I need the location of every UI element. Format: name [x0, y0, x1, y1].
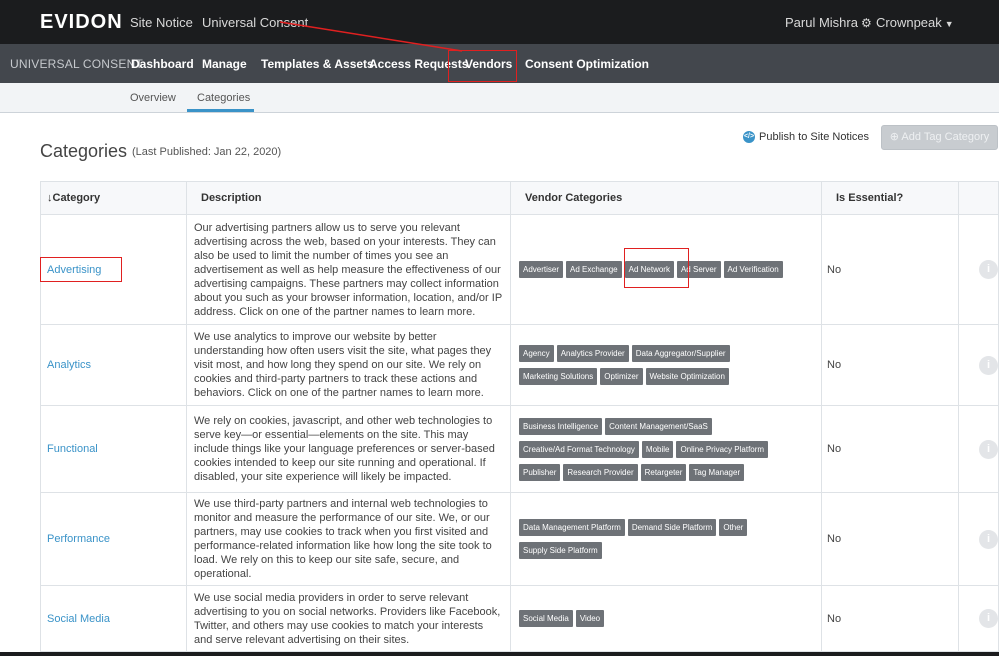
- is-essential-value: No: [821, 214, 959, 325]
- info-cell: i: [958, 585, 999, 652]
- column-header-vendor-categories: Vendor Categories: [510, 181, 822, 215]
- category-link[interactable]: Social Media: [40, 585, 187, 652]
- info-cell: i: [958, 324, 999, 406]
- vendor-tag[interactable]: Marketing Solutions: [519, 368, 598, 385]
- info-icon[interactable]: i: [979, 439, 998, 459]
- info-cell: i: [958, 492, 999, 586]
- category-description: We use third-party partners and internal…: [186, 492, 511, 586]
- evidon-logo[interactable]: EVIDON: [40, 11, 123, 34]
- table-row: Functional We rely on cookies, javascript…: [40, 405, 999, 493]
- publish-label: Publish to Site Notices: [759, 131, 870, 143]
- vendor-tag[interactable]: Retargeter: [640, 463, 687, 481]
- nav-templates-assets[interactable]: Templates & Assets: [261, 57, 374, 71]
- column-header-description: Description: [186, 181, 511, 215]
- plus-circle-icon: ⊕: [889, 131, 899, 143]
- add-label: Add Tag Category: [901, 131, 990, 143]
- vendor-categories-cell: Advertiser Ad Exchange Ad Network Ad Server…: [510, 214, 822, 325]
- sub-tabs: Overview Categories: [0, 83, 999, 113]
- gear-icon: ⚙: [860, 16, 872, 30]
- table-row: Social Media We use social media provider…: [40, 585, 999, 652]
- vendor-tag[interactable]: Supply Side Platform: [519, 542, 602, 559]
- page-title: Categories: [40, 141, 128, 161]
- vendor-tag[interactable]: Ad Exchange: [566, 261, 622, 278]
- bottom-edge: [0, 652, 999, 656]
- nav-dashboard[interactable]: Dashboard: [131, 57, 194, 71]
- vendor-categories-cell: Business Intelligence Content Management/…: [510, 405, 822, 493]
- code-icon: </>: [743, 131, 755, 143]
- info-cell: i: [958, 405, 999, 493]
- vendor-tag[interactable]: Advertiser: [519, 261, 564, 278]
- is-essential-value: No: [821, 405, 959, 493]
- active-tab-indicator: [187, 109, 254, 112]
- info-icon[interactable]: i: [979, 355, 998, 375]
- vendor-categories-cell: Agency Analytics Provider Data Aggregator/…: [510, 324, 822, 406]
- vendor-tag[interactable]: Optimizer: [600, 368, 643, 385]
- vendor-tag[interactable]: Research Provider: [563, 463, 638, 481]
- vendor-tag[interactable]: Content Management/SaaS: [605, 417, 712, 435]
- nav-access-requests[interactable]: Access Requests: [369, 57, 468, 71]
- vendor-categories-cell: Data Management Platform Demand Side Plat…: [510, 492, 822, 586]
- column-header-actions: [958, 181, 999, 215]
- column-header-is-essential: Is Essential?: [821, 181, 959, 215]
- publish-to-site-notices-link[interactable]: </> Publish to Site Notices: [743, 131, 869, 143]
- vendor-tag[interactable]: Ad Network: [624, 261, 674, 278]
- user-menu[interactable]: Parul Mishra ⚙: [785, 15, 872, 30]
- vendor-tag[interactable]: Data Management Platform: [519, 519, 625, 536]
- table-row: Advertising Our advertising partners allo…: [40, 214, 999, 325]
- category-description: Our advertising partners allow us to ser…: [186, 214, 511, 325]
- vendor-categories-cell: Social Media Video: [510, 585, 822, 652]
- last-published: (Last Published: Jan 22, 2020): [132, 146, 282, 158]
- category-description: We rely on cookies, javascript, and othe…: [186, 405, 511, 493]
- nav-brand: UNIVERSAL CONSENT: [10, 57, 143, 71]
- vendor-tag[interactable]: Website Optimization: [645, 368, 729, 385]
- vendor-tag[interactable]: Publisher: [519, 463, 561, 481]
- vendor-tag[interactable]: Analytics Provider: [556, 345, 629, 362]
- is-essential-value: No: [821, 324, 959, 406]
- vendor-tag[interactable]: Online Privacy Platform: [676, 440, 769, 458]
- info-icon[interactable]: i: [979, 529, 998, 549]
- category-description: We use analytics to improve our website …: [186, 324, 511, 406]
- vendor-tag[interactable]: Creative/Ad Format Technology: [519, 440, 639, 458]
- add-tag-category-button[interactable]: ⊕ Add Tag Category: [881, 125, 998, 150]
- vendor-tag[interactable]: Mobile: [641, 440, 674, 458]
- vendor-tag[interactable]: Video: [575, 610, 605, 627]
- vendor-tag[interactable]: Tag Manager: [689, 463, 745, 481]
- vendor-tag[interactable]: Ad Verification: [723, 261, 783, 278]
- vendor-tag[interactable]: Agency: [519, 345, 554, 362]
- category-link[interactable]: Advertising: [40, 214, 187, 325]
- category-link[interactable]: Functional: [40, 405, 187, 493]
- org-name: Crownpeak: [876, 15, 942, 30]
- vendor-tag[interactable]: Demand Side Platform: [627, 519, 717, 536]
- info-icon[interactable]: i: [979, 260, 998, 279]
- categories-table: ↓Category Description Vendor Categories …: [40, 181, 999, 652]
- category-description: We use social media providers in order t…: [186, 585, 511, 652]
- table-row: Performance We use third-party partners a…: [40, 492, 999, 586]
- nav-consent-optimization[interactable]: Consent Optimization: [525, 57, 649, 71]
- vendor-tag[interactable]: Business Intelligence: [519, 417, 603, 435]
- vendor-tag[interactable]: Social Media: [519, 610, 573, 627]
- table-header-row: ↓Category Description Vendor Categories …: [40, 181, 999, 215]
- top-bar: EVIDON Site Notice Universal Consent Par…: [0, 0, 999, 44]
- universal-consent-link[interactable]: Universal Consent: [202, 15, 308, 30]
- user-name: Parul Mishra: [785, 15, 858, 30]
- tab-categories[interactable]: Categories: [197, 92, 250, 104]
- info-icon[interactable]: i: [979, 609, 998, 628]
- is-essential-value: No: [821, 585, 959, 652]
- info-cell: i: [958, 214, 999, 325]
- nav-manage[interactable]: Manage: [202, 57, 247, 71]
- nav-vendors[interactable]: Vendors: [465, 57, 512, 71]
- tab-overview[interactable]: Overview: [130, 92, 176, 104]
- vendor-tag[interactable]: Other: [719, 519, 748, 536]
- vendor-tag[interactable]: Data Aggregator/Supplier: [631, 345, 730, 362]
- category-link[interactable]: Analytics: [40, 324, 187, 406]
- site-notice-link[interactable]: Site Notice: [130, 15, 193, 30]
- main-nav: UNIVERSAL CONSENT Dashboard Manage Templ…: [0, 44, 999, 83]
- category-link[interactable]: Performance: [40, 492, 187, 586]
- org-menu[interactable]: Crownpeak ▼: [876, 15, 954, 30]
- caret-down-icon: ▼: [944, 19, 954, 29]
- table-row: Analytics We use analytics to improve our…: [40, 324, 999, 406]
- is-essential-value: No: [821, 492, 959, 586]
- vendor-tag[interactable]: Ad Server: [676, 261, 721, 278]
- column-header-category[interactable]: ↓Category: [40, 181, 187, 215]
